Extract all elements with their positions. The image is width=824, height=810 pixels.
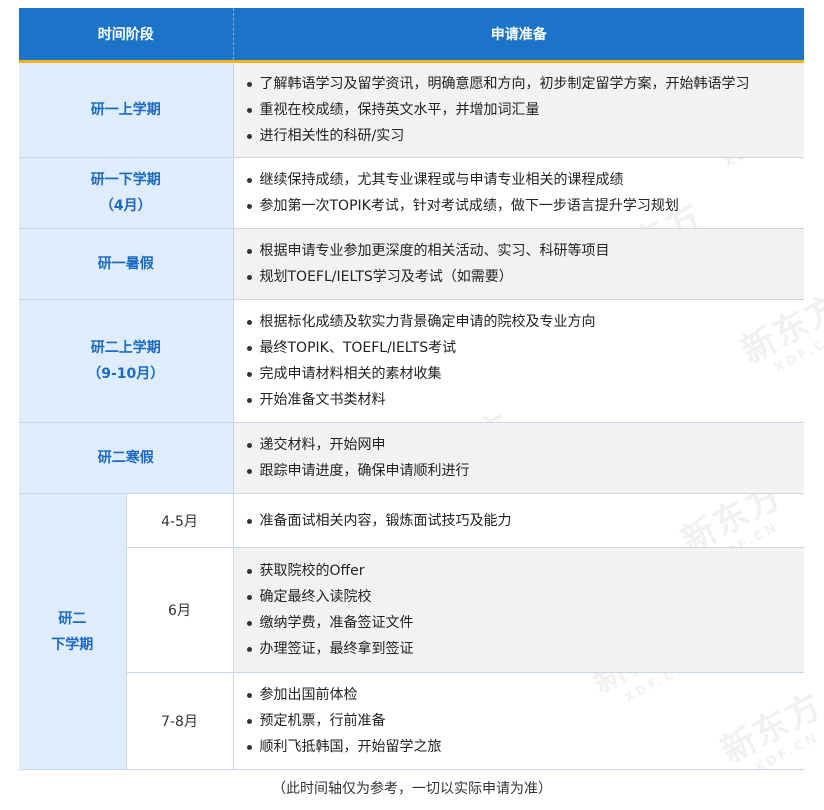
list-item: 最终TOPIK、TOEFL/IELTS考试 [244,335,805,361]
table-row: 研二寒假 递交材料，开始网申 跟踪申请进度，确保申请顺利进行 [19,422,805,494]
stage-cell: 研二 下学期 [19,493,127,770]
table-row: 研二 下学期 4-5月 准备面试相关内容，锻炼面试技巧及能力 [19,493,805,770]
stage-label: 研一下学期 [90,172,161,188]
header-time-stage: 时间阶段 [19,8,233,63]
list-item: 重视在校成绩，保持英文水平，并增加词汇量 [244,97,805,123]
list-item: 开始准备文书类材料 [244,387,805,413]
footnote: （此时间轴仅为参考，一切以实际申请为准） [272,781,552,797]
bullet-list: 了解韩语学习及留学资讯，明确意愿和方向，初步制定留学方案，开始韩语学习 重视在校… [244,71,805,149]
content-cell: 继续保持成绩，尤其专业课程或与申请专业相关的课程成绩 参加第一次TOPIK考试，… [233,157,805,229]
table-row: 研一上学期 了解韩语学习及留学资讯，明确意愿和方向，初步制定留学方案，开始韩语学… [19,61,805,158]
content-cell: 获取院校的Offer 确定最终入读院校 缴纳学费，准备签证文件 办理签证，最终拿… [233,547,805,673]
list-item: 办理签证，最终拿到签证 [244,636,805,662]
list-item: 准备面试相关内容，锻炼面试技巧及能力 [244,508,805,534]
list-item: 确定最终入读院校 [244,584,805,610]
list-item: 缴纳学费，准备签证文件 [244,610,805,636]
bullet-list: 根据标化成绩及软实力背景确定申请的院校及专业方向 最终TOPIK、TOEFL/I… [244,309,805,413]
stage-label: 研一暑假 [97,256,154,272]
sub-period-cell: 4-5月 [126,493,234,548]
list-item: 根据标化成绩及软实力背景确定申请的院校及专业方向 [244,309,805,335]
table-row: 7-8月 参加出国前体检 预定机票，行前准备 顺利飞抵韩国，开始留学之旅 [19,672,805,770]
list-item: 获取院校的Offer [244,558,805,584]
list-item: 跟踪申请进度，确保申请顺利进行 [244,458,805,484]
list-item: 规划TOEFL/IELTS学习及考试（如需要） [244,264,805,290]
list-item: 参加出国前体检 [244,682,805,708]
list-item: 了解韩语学习及留学资讯，明确意愿和方向，初步制定留学方案，开始韩语学习 [244,71,805,97]
bullet-list: 继续保持成绩，尤其专业课程或与申请专业相关的课程成绩 参加第一次TOPIK考试，… [244,167,805,219]
bullet-list: 获取院校的Offer 确定最终入读院校 缴纳学费，准备签证文件 办理签证，最终拿… [244,558,805,662]
stage-period: （9-10月） [87,366,165,382]
stage-label: 研二寒假 [97,450,154,466]
stage-label: 研二 [58,610,87,627]
stage-cell: 研一暑假 [19,228,234,300]
stage-label: 研一上学期 [90,102,161,118]
bullet-list: 准备面试相关内容，锻炼面试技巧及能力 [244,508,805,534]
content-cell: 递交材料，开始网申 跟踪申请进度，确保申请顺利进行 [233,422,805,494]
stage-cell: 研二寒假 [19,422,234,494]
timeline-table: 时间阶段 申请准备 研一上学期 了解韩语学习及留学资讯，明确意愿和方向，初步制定… [19,8,804,770]
list-item: 顺利飞抵韩国，开始留学之旅 [244,734,805,760]
stage-period: （4月） [99,198,152,214]
stage-cell: 研一下学期 （4月） [19,157,234,229]
stage-label: 研二上学期 [90,340,161,356]
table-row: 6月 获取院校的Offer 确定最终入读院校 缴纳学费，准备签证文件 办理签证，… [19,547,805,673]
stage-cell: 研一上学期 [19,61,234,158]
list-item: 进行相关性的科研/实习 [244,123,805,149]
header-application-prep: 申请准备 [232,8,804,63]
table-row: 研一下学期 （4月） 继续保持成绩，尤其专业课程或与申请专业相关的课程成绩 参加… [19,157,805,229]
sub-period-cell: 7-8月 [126,672,234,770]
table-row: 研一暑假 根据申请专业参加更深度的相关活动、实习、科研等项目 规划TOEFL/I… [19,228,805,300]
timeline-table-wrapper: 时间阶段 申请准备 研一上学期 了解韩语学习及留学资讯，明确意愿和方向，初步制定… [19,8,804,770]
content-cell: 准备面试相关内容，锻炼面试技巧及能力 [233,493,805,548]
list-item: 完成申请材料相关的素材收集 [244,361,805,387]
list-item: 递交材料，开始网申 [244,432,805,458]
bullet-list: 参加出国前体检 预定机票，行前准备 顺利飞抵韩国，开始留学之旅 [244,682,805,760]
content-cell: 根据申请专业参加更深度的相关活动、实习、科研等项目 规划TOEFL/IELTS学… [233,228,805,300]
bullet-list: 根据申请专业参加更深度的相关活动、实习、科研等项目 规划TOEFL/IELTS学… [244,238,805,290]
table-header-row: 时间阶段 申请准备 [19,8,804,63]
bullet-list: 递交材料，开始网申 跟踪申请进度，确保申请顺利进行 [244,432,805,484]
sub-period-cell: 6月 [126,547,234,673]
content-cell: 参加出国前体检 预定机票，行前准备 顺利飞抵韩国，开始留学之旅 [233,672,805,770]
table-row: 研二上学期 （9-10月） 根据标化成绩及软实力背景确定申请的院校及专业方向 最… [19,299,805,423]
content-cell: 了解韩语学习及留学资讯，明确意愿和方向，初步制定留学方案，开始韩语学习 重视在校… [233,61,805,158]
stage-label-line2: 下学期 [51,636,94,653]
list-item: 预定机票，行前准备 [244,708,805,734]
list-item: 参加第一次TOPIK考试，针对考试成绩，做下一步语言提升学习规划 [244,193,805,219]
list-item: 继续保持成绩，尤其专业课程或与申请专业相关的课程成绩 [244,167,805,193]
stage-cell: 研二上学期 （9-10月） [19,299,234,423]
content-cell: 根据标化成绩及软实力背景确定申请的院校及专业方向 最终TOPIK、TOEFL/I… [233,299,805,423]
list-item: 根据申请专业参加更深度的相关活动、实习、科研等项目 [244,238,805,264]
